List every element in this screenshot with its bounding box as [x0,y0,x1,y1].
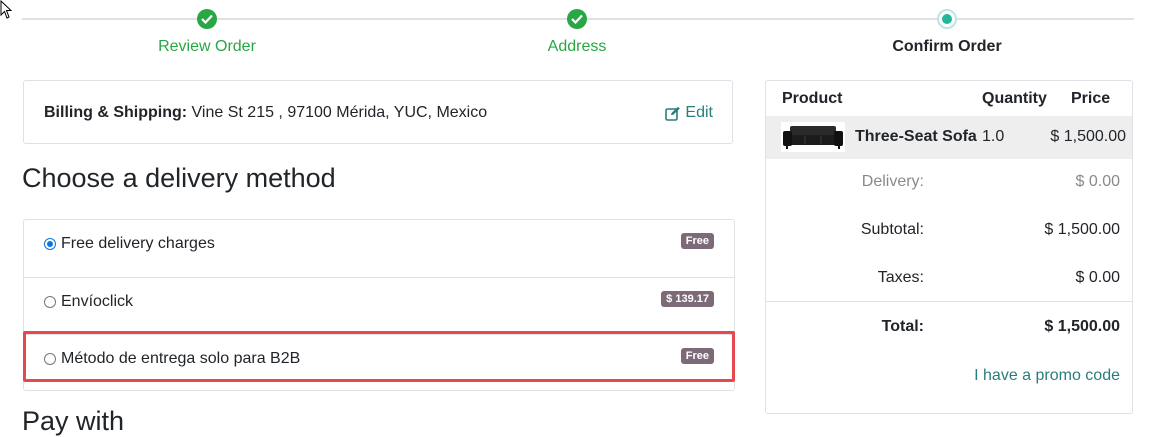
step-label: Address [547,38,607,55]
delivery-cost-value: $ 0.00 [1075,173,1120,190]
edit-label: Edit [685,104,713,121]
order-summary: Product Quantity Price Three-Seat Sofa 1… [765,80,1133,414]
radio-button[interactable] [44,238,56,250]
delivery-option-label: Envíoclick [61,293,134,310]
check-circle-icon [197,9,217,29]
product-name[interactable]: Three-Seat Sofa [855,128,977,146]
billing-address: Billing & Shipping: Vine St 215 , 97100 … [44,104,487,122]
total-value: $ 1,500.00 [1044,318,1120,335]
table-row: Three-Seat Sofa 1.0 $ 1,500.00 [766,116,1132,159]
delivery-option-free[interactable]: Free delivery charges Free [24,220,734,277]
current-step-icon [937,9,957,29]
billing-address-value: Vine St 215 , 97100 Mérida, YUC, Mexico [191,104,488,121]
column-header-product: Product [782,90,843,107]
delivery-option-envioclick[interactable]: Envíoclick $ 139.17 [24,277,734,335]
checkout-progress: Review Order Address Confirm Order [22,0,1134,70]
taxes-value: $ 0.00 [1075,269,1120,286]
radio-button[interactable] [44,296,56,308]
column-header-quantity: Quantity [982,90,1047,107]
payment-title: Pay with [22,406,125,436]
delivery-cost-label: Delivery: [861,173,924,190]
mouse-cursor-icon [0,0,12,19]
product-quantity: 1.0 [982,128,1005,145]
delivery-method-title: Choose a delivery method [22,163,336,193]
price-badge: $ 139.17 [661,291,714,307]
subtotal-label: Subtotal: [860,221,924,238]
sofa-icon [781,122,845,152]
total-label: Total: [881,318,924,335]
column-header-price: Price [1071,90,1111,107]
edit-address-link[interactable]: Edit [665,104,713,122]
step-label: Review Order [158,38,256,55]
billing-heading: Billing & Shipping: [44,104,188,121]
promo-code-link[interactable]: I have a promo code [974,367,1120,385]
check-circle-icon [567,9,587,29]
summary-header: Product Quantity Price [766,81,1132,117]
billing-shipping-card: Billing & Shipping: Vine St 215 , 97100 … [23,80,733,144]
taxes-label: Taxes: [877,269,924,286]
subtotal-value: $ 1,500.00 [1044,221,1120,238]
price-badge: Free [680,233,714,249]
divider [766,301,1132,302]
step-label: Confirm Order [892,38,1002,55]
highlight-annotation [23,331,735,382]
product-price: $ 1,500.00 [1050,128,1126,145]
delivery-option-label: Free delivery charges [61,235,215,252]
edit-icon [665,106,681,121]
